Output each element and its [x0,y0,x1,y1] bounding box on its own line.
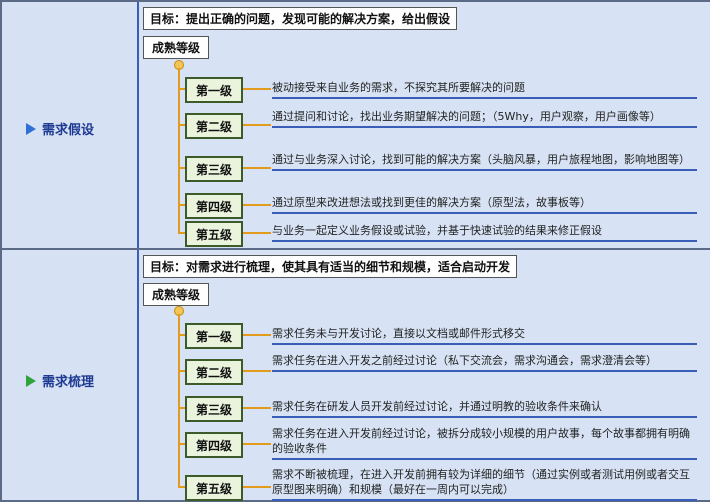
section-label-area: 需求梳理 [2,250,137,500]
level-2-desc[interactable]: 需求任务在进入开发之前经过讨论（私下交流会，需求沟通会，需求澄清会等） [272,353,697,372]
connector-line [243,124,271,126]
section-title[interactable]: 需求假设 [26,119,94,138]
level-3-node[interactable]: 第三级 [185,156,243,182]
section-content: 目标：对需求进行梳理，使其具有适当的细节和规模，适合启动开发 成熟等级 第一级 … [139,250,710,501]
section-title-text: 需求梳理 [42,375,95,390]
level-1-node[interactable]: 第一级 [185,323,243,349]
connector-line [243,88,271,90]
level-2-node[interactable]: 第二级 [185,113,243,139]
section-title[interactable]: 需求梳理 [26,371,94,390]
connector-line [243,443,271,445]
connector-line [243,407,271,409]
level-5-node[interactable]: 第五级 [185,475,243,501]
trunk-line [178,314,180,486]
section-title-text: 需求假设 [42,123,95,138]
level-4-desc[interactable]: 需求任务在进入开发前经过讨论，被拆分成较小规模的用户故事，每个故事都拥有明确的验… [272,426,697,460]
level-1-desc[interactable]: 需求任务未与开发讨论，直接以文档或邮件形式移交 [272,326,697,345]
section-grooming: 需求梳理 目标：对需求进行梳理，使其具有适当的细节和规模，适合启动开发 成熟等级… [0,248,710,502]
goal-box[interactable]: 目标：对需求进行梳理，使其具有适当的细节和规模，适合启动开发 [143,255,518,278]
connector-line [243,370,271,372]
flag-icon [26,122,36,135]
connector-line [243,167,271,169]
section-label-area: 需求假设 [2,2,137,248]
goal-box[interactable]: 目标：提出正确的问题，发现可能的解决方案，给出假设 [143,7,458,30]
level-1-node[interactable]: 第一级 [185,77,243,103]
level-3-desc[interactable]: 通过与业务深入讨论，找到可能的解决方案（头脑风暴，用户旅程地图，影响地图等） [272,152,697,171]
section-hypothesis: 需求假设 目标：提出正确的问题，发现可能的解决方案，给出假设 成熟等级 第一级 … [0,0,710,250]
level-2-desc[interactable]: 通过提问和讨论，找出业务期望解决的问题；（5Why，用户观察，用户画像等） [272,109,697,128]
level-1-desc[interactable]: 被动接受来自业务的需求，不探究其所要解决的问题 [272,80,697,99]
level-5-node[interactable]: 第五级 [185,221,243,247]
maturity-box[interactable]: 成熟等级 [143,36,210,59]
level-3-node[interactable]: 第三级 [185,396,243,422]
level-5-desc[interactable]: 需求不断被梳理，在进入开发前拥有较为详细的细节（通过实例或者测试用例或者交互原型… [272,467,697,501]
connector-line [243,204,271,206]
level-3-desc[interactable]: 需求任务在研发人员开发前经过讨论，并通过明教的验收条件来确认 [272,399,697,418]
level-4-node[interactable]: 第四级 [185,432,243,458]
level-2-node[interactable]: 第二级 [185,359,243,385]
maturity-box[interactable]: 成熟等级 [143,283,210,306]
connector-line [243,232,271,234]
section-content: 目标：提出正确的问题，发现可能的解决方案，给出假设 成熟等级 第一级 被动接受来… [139,2,710,248]
connector-line [243,334,271,336]
connector-line [243,486,271,488]
level-4-desc[interactable]: 通过原型来改进想法或找到更佳的解决方案（原型法，故事板等） [272,195,697,214]
mindmap-canvas: 需求假设 目标：提出正确的问题，发现可能的解决方案，给出假设 成熟等级 第一级 … [0,0,710,502]
flag-icon [26,374,36,387]
trunk-line [178,68,180,232]
level-4-node[interactable]: 第四级 [185,193,243,219]
level-5-desc[interactable]: 与业务一起定义业务假设或试验，并基于快速试验的结果来修正假设 [272,223,697,242]
